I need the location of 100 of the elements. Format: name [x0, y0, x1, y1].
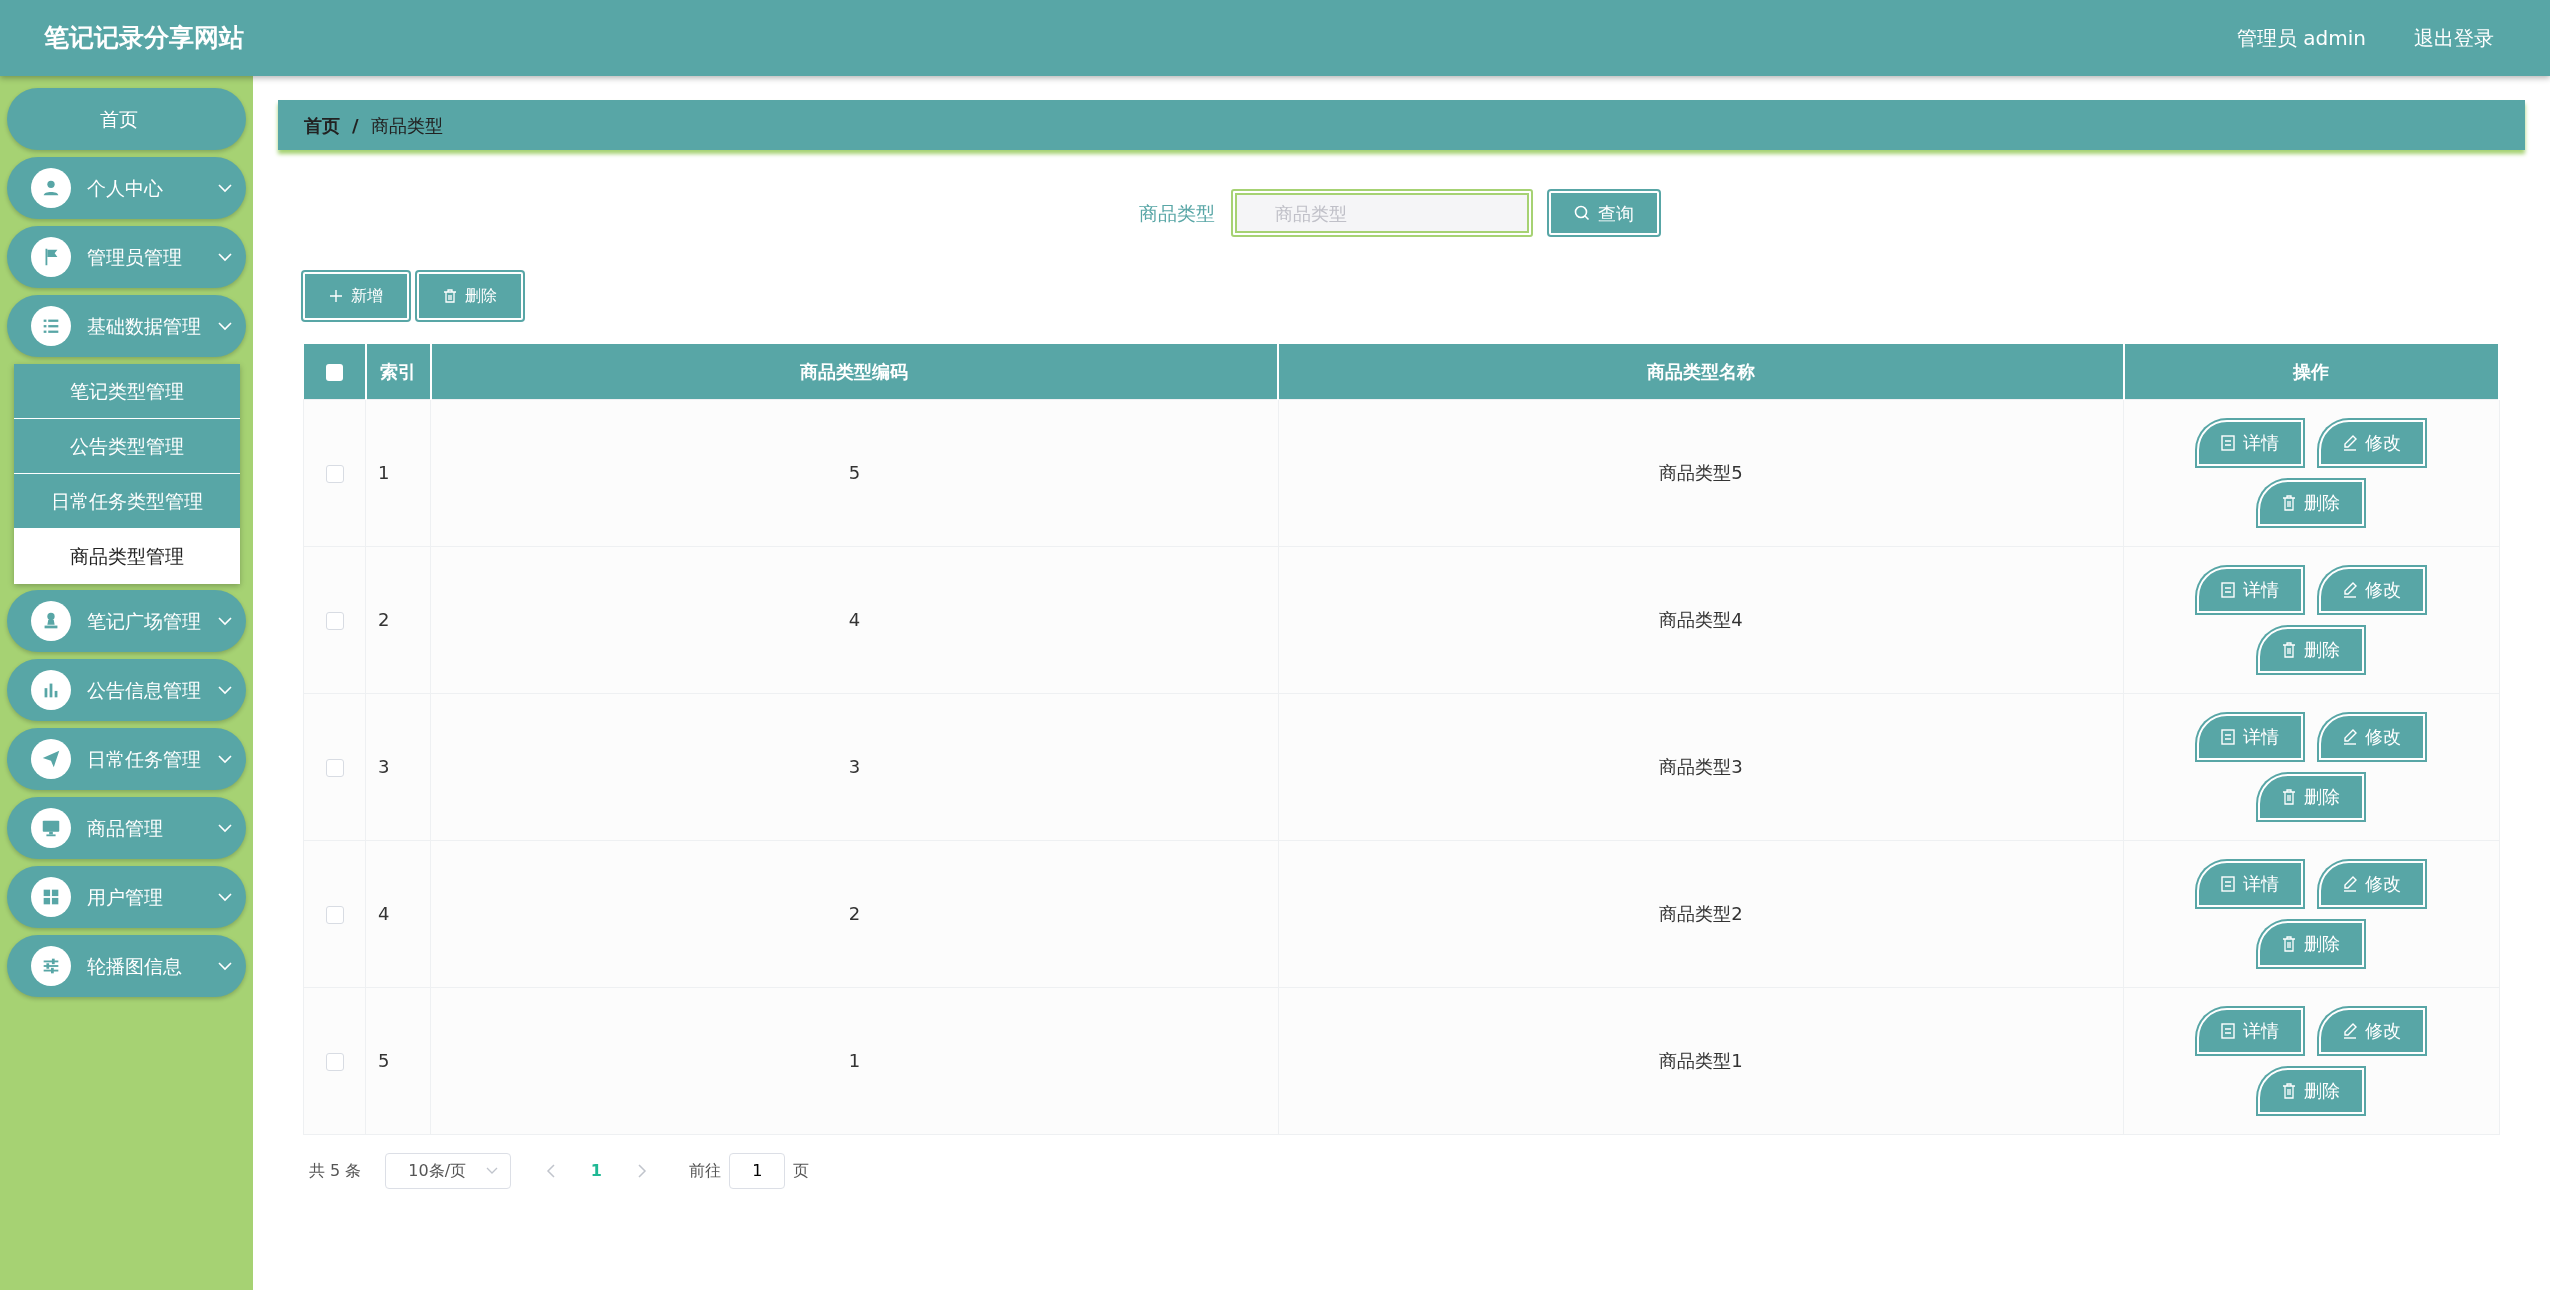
chevron-down-icon [218, 183, 232, 193]
sidebar-menu-item[interactable]: 个人中心 [7, 157, 246, 219]
sidebar-menu-item[interactable]: 日常任务管理 [7, 728, 246, 790]
chevron-down-icon [218, 823, 232, 833]
table-cell: 2 [848, 903, 861, 924]
row-checkbox[interactable] [325, 465, 344, 483]
trash-icon [2282, 935, 2297, 952]
index-text: 3 [378, 756, 390, 777]
pencil-icon [2343, 434, 2358, 451]
row-checkbox[interactable] [325, 1053, 344, 1071]
document-icon [2221, 434, 2236, 451]
search-button[interactable]: 查询 [1548, 191, 1659, 235]
chevron-down-icon [486, 1166, 499, 1175]
chevron-down-icon [218, 616, 232, 626]
trash-icon [2282, 641, 2297, 658]
index-text: 1 [378, 462, 390, 483]
total-count: 共 5 条 [309, 1159, 362, 1182]
stamp-icon [31, 601, 71, 641]
index-text: 2 [378, 609, 390, 630]
document-icon [2221, 728, 2236, 745]
table-cell: 商品类型5 [1659, 462, 1743, 483]
row-checkbox[interactable] [325, 612, 344, 630]
trash-icon [2282, 788, 2297, 805]
edit-button[interactable]: 修改 [2319, 419, 2426, 466]
pencil-icon [2343, 581, 2358, 598]
submenu-item[interactable]: 日常任务类型管理 [14, 474, 240, 529]
sidebar-menu-item[interactable]: 管理员管理 [7, 226, 246, 288]
delete-button[interactable]: 删除 [2258, 479, 2365, 526]
delete-button[interactable]: 删除 [2258, 773, 2365, 820]
document-icon [2221, 875, 2236, 892]
document-icon [2221, 1022, 2236, 1039]
breadcrumb-separator: / [352, 113, 359, 138]
chevron-down-icon [218, 321, 232, 331]
sidebar-menu-item[interactable]: 商品管理 [7, 797, 246, 859]
logout-link[interactable]: 退出登录 [2414, 23, 2494, 53]
delete-button[interactable]: 删除 [2258, 920, 2365, 967]
page-size-select[interactable]: 10条/页 [385, 1152, 512, 1189]
document-icon [2221, 581, 2236, 598]
table-cell: 3 [848, 756, 861, 777]
edit-button[interactable]: 修改 [2319, 566, 2426, 613]
edit-button[interactable]: 修改 [2319, 1007, 2426, 1054]
chevron-down-icon [218, 252, 232, 262]
table-cell: 商品类型1 [1659, 1050, 1743, 1071]
page-number-field[interactable]: 1 [729, 1152, 786, 1189]
submenu-item[interactable]: 笔记类型管理 [14, 364, 240, 419]
select-all-checkbox[interactable] [325, 364, 343, 382]
page-number[interactable]: 1 [581, 1158, 612, 1183]
index-text: 4 [378, 903, 390, 924]
index-text: 5 [378, 1050, 390, 1071]
plus-icon [329, 289, 343, 303]
details-button[interactable]: 详情 [2197, 713, 2304, 760]
delete-button[interactable]: 删除 [417, 272, 523, 320]
table-cell: 4 [848, 609, 861, 630]
chevron-down-icon [218, 892, 232, 902]
delete-button[interactable]: 删除 [2258, 626, 2365, 673]
submenu-item[interactable]: 商品类型管理 [14, 529, 240, 584]
trash-icon [2282, 1082, 2297, 1099]
pencil-icon [2343, 1022, 2358, 1039]
site-title: 笔记记录分享网站 [44, 22, 244, 55]
sidebar-menu-item[interactable]: 基础数据管理 [7, 295, 246, 357]
paper-plane-icon [31, 739, 71, 779]
admin-user-label: 管理员 admin [2236, 25, 2366, 52]
trash-icon [2282, 494, 2297, 511]
pencil-icon [2343, 728, 2358, 745]
monitor-icon [31, 808, 71, 848]
column-header: 索引 [365, 344, 431, 399]
delete-button[interactable]: 删除 [2258, 1067, 2365, 1114]
table-cell: 5 [848, 462, 861, 483]
flag-icon [31, 237, 71, 277]
add-button[interactable]: 新增 [303, 272, 409, 320]
column-header: 商品类型名称 [1278, 344, 2124, 399]
details-button[interactable]: 详情 [2197, 419, 2304, 466]
bar-chart-icon [31, 670, 71, 710]
sidebar-menu-item[interactable]: 首页 [7, 88, 246, 150]
details-button[interactable]: 详情 [2197, 860, 2304, 907]
sidebar-menu-item[interactable]: 笔记广场管理 [7, 590, 246, 652]
row-checkbox[interactable] [325, 906, 344, 924]
sidebar-menu-item[interactable]: 用户管理 [7, 866, 246, 928]
column-header: 操作 [2123, 344, 2499, 399]
details-button[interactable]: 详情 [2197, 1007, 2304, 1054]
chevron-down-icon [218, 685, 232, 695]
details-button[interactable]: 详情 [2197, 566, 2304, 613]
trash-icon [443, 289, 457, 303]
breadcrumb-item[interactable]: 首页 [304, 111, 340, 139]
column-header: 商品类型编码 [430, 344, 1279, 399]
edit-button[interactable]: 修改 [2319, 713, 2426, 760]
table-cell: 商品类型4 [1659, 609, 1743, 630]
sidebar-menu-item[interactable]: 轮播图信息 [7, 935, 246, 997]
page-unit-label: 页 [793, 1159, 810, 1182]
goto-label: 前往 [689, 1159, 722, 1182]
pencil-icon [2343, 875, 2358, 892]
search-label: 商品类型 [1138, 200, 1215, 226]
chevron-down-icon [218, 961, 232, 971]
sidebar-menu-item[interactable]: 公告信息管理 [7, 659, 246, 721]
grid-icon [31, 877, 71, 917]
row-checkbox[interactable] [325, 759, 344, 777]
submenu-item[interactable]: 公告类型管理 [14, 419, 240, 474]
table-cell: 商品类型2 [1659, 903, 1743, 924]
edit-button[interactable]: 修改 [2319, 860, 2426, 907]
person-icon [31, 168, 71, 208]
